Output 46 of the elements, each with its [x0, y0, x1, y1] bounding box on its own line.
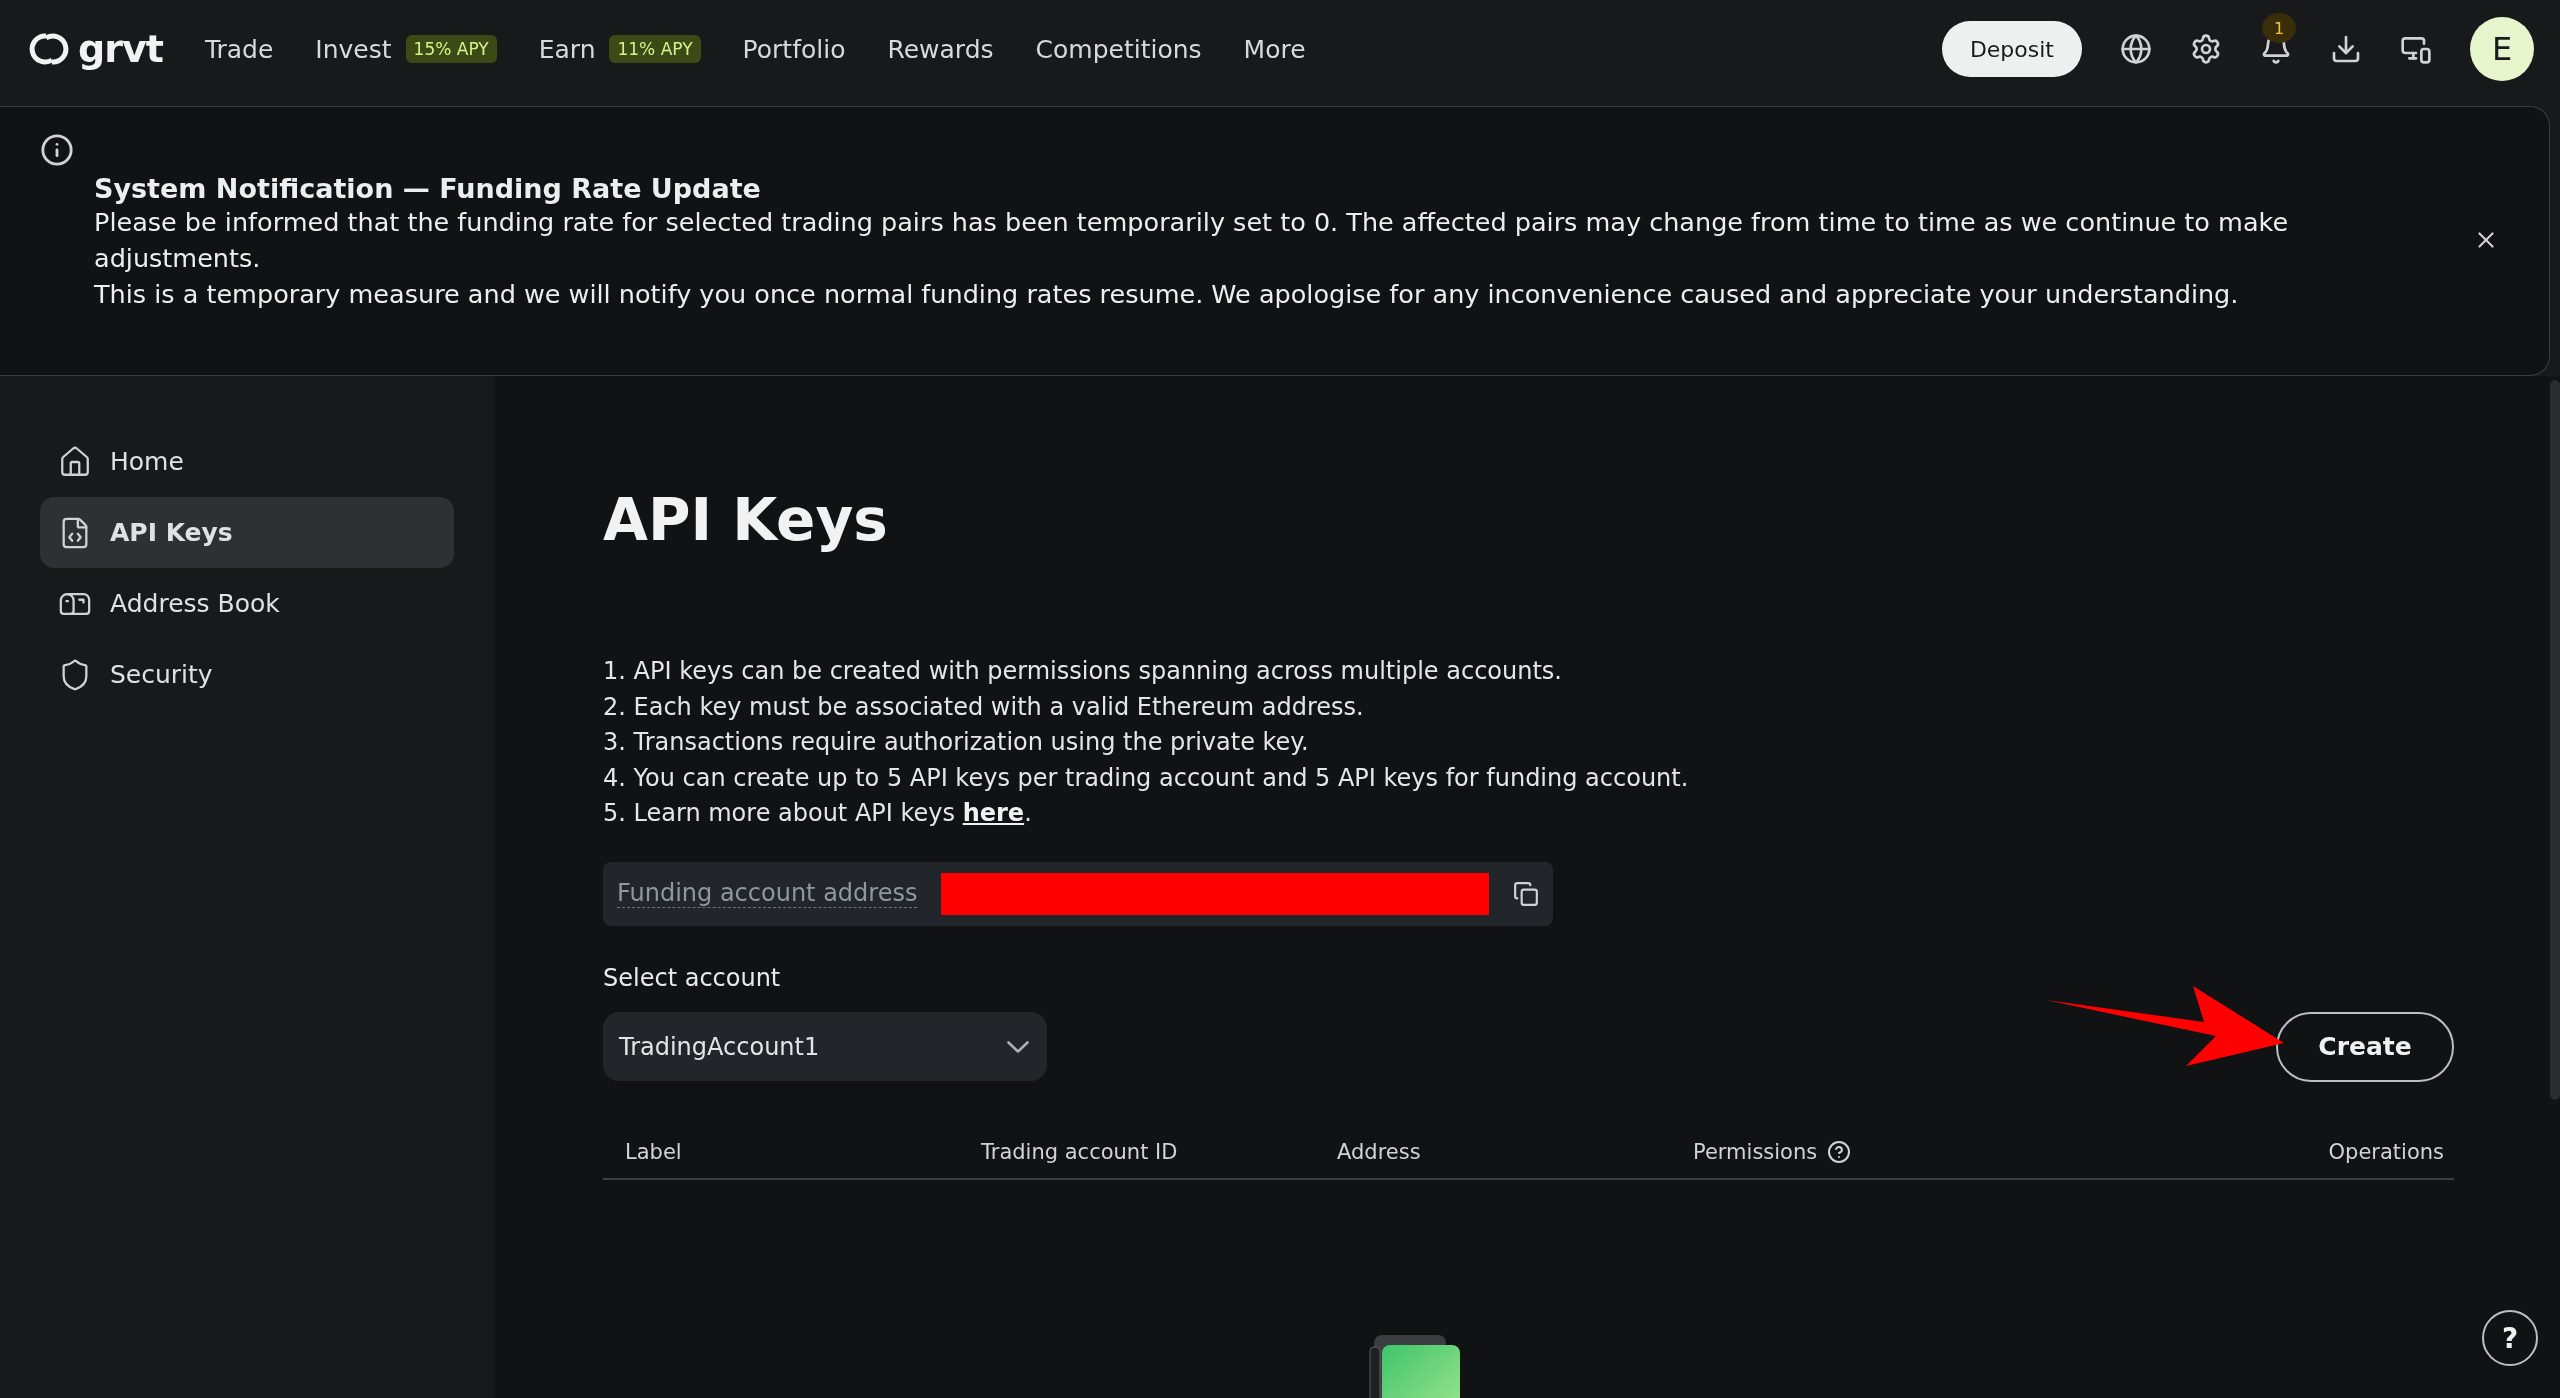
apy-badge: 15% APY — [405, 35, 497, 63]
column-header: Address — [1337, 1139, 1421, 1164]
nav-link[interactable]: More — [1243, 34, 1306, 64]
sidebar-item[interactable]: Security — [40, 639, 454, 710]
info-text: 2. Each key must be associated with a valid Ethereum address. — [603, 691, 1365, 723]
column-header: Trading account ID — [981, 1139, 1178, 1164]
scrollbar[interactable] — [2550, 380, 2560, 1100]
column-header: Operations — [2328, 1139, 2444, 1164]
info-text: 3. Transactions require authorization using the private key. — [603, 727, 1310, 758]
help-icon[interactable] — [1827, 1139, 1852, 1164]
info-icon — [40, 133, 74, 167]
download-icon[interactable] — [2330, 33, 2362, 65]
deposit-button[interactable]: Deposit — [1941, 21, 2082, 77]
page-title: API Keys — [603, 486, 889, 554]
info-text: 4. You can create up to 5 API keys per trading account and 5 API keys for funding account. — [603, 762, 1690, 794]
nav-link[interactable]: Portfolio — [742, 34, 846, 64]
chevron-down-icon — [1007, 1040, 1029, 1053]
sidebar-item[interactable]: Home — [40, 426, 454, 497]
account-select[interactable]: TradingAccount1 — [603, 1012, 1047, 1081]
here-link[interactable]: here — [962, 799, 1025, 827]
nav-link[interactable]: Competitions — [1035, 34, 1202, 64]
avatar[interactable]: E — [2470, 17, 2534, 81]
info-text: 5. Learn more about API keys here. — [603, 798, 1033, 829]
create-button[interactable]: Create — [2276, 1011, 2454, 1082]
info-text: 1. API keys can be created with permissions spanning across multiple accounts. — [603, 656, 1563, 687]
select-label: Select account — [603, 963, 782, 992]
sidebar-item[interactable]: API Keys — [40, 497, 454, 568]
nav-link[interactable]: Invest — [315, 34, 392, 64]
column-header: Label — [625, 1139, 682, 1164]
nav-link[interactable]: Trade — [204, 34, 274, 64]
help-button[interactable]: ? — [2482, 1310, 2538, 1366]
notification-count: 1 — [2262, 13, 2296, 43]
settings-icon[interactable] — [2190, 33, 2222, 65]
copy-icon[interactable] — [1513, 880, 1539, 907]
apy-badge: 11% APY — [609, 35, 701, 63]
globe-icon[interactable] — [2120, 33, 2152, 65]
sidebar-item[interactable]: Address Book — [40, 568, 454, 639]
notification-title: System Notification — Funding Rate Update — [94, 173, 762, 204]
nav-link[interactable]: Earn — [538, 34, 596, 64]
funding-address-label: Funding account address — [617, 879, 918, 908]
home-icon — [58, 444, 92, 479]
column-header: Permissions — [1693, 1139, 1818, 1164]
nav-link[interactable]: Rewards — [887, 34, 994, 64]
logo-text: grvt — [78, 27, 163, 71]
notification-text: This is a temporary measure and we will notify you once normal funding rates resume. We apologise for any inconvenience caused and appreciate your understanding. — [94, 278, 2240, 311]
notification-text: Please be informed that the funding rate for selected trading pairs has been temporarily set to 0. The affected pairs may change from time to time as we continue to make adjustments. — [94, 206, 2290, 275]
